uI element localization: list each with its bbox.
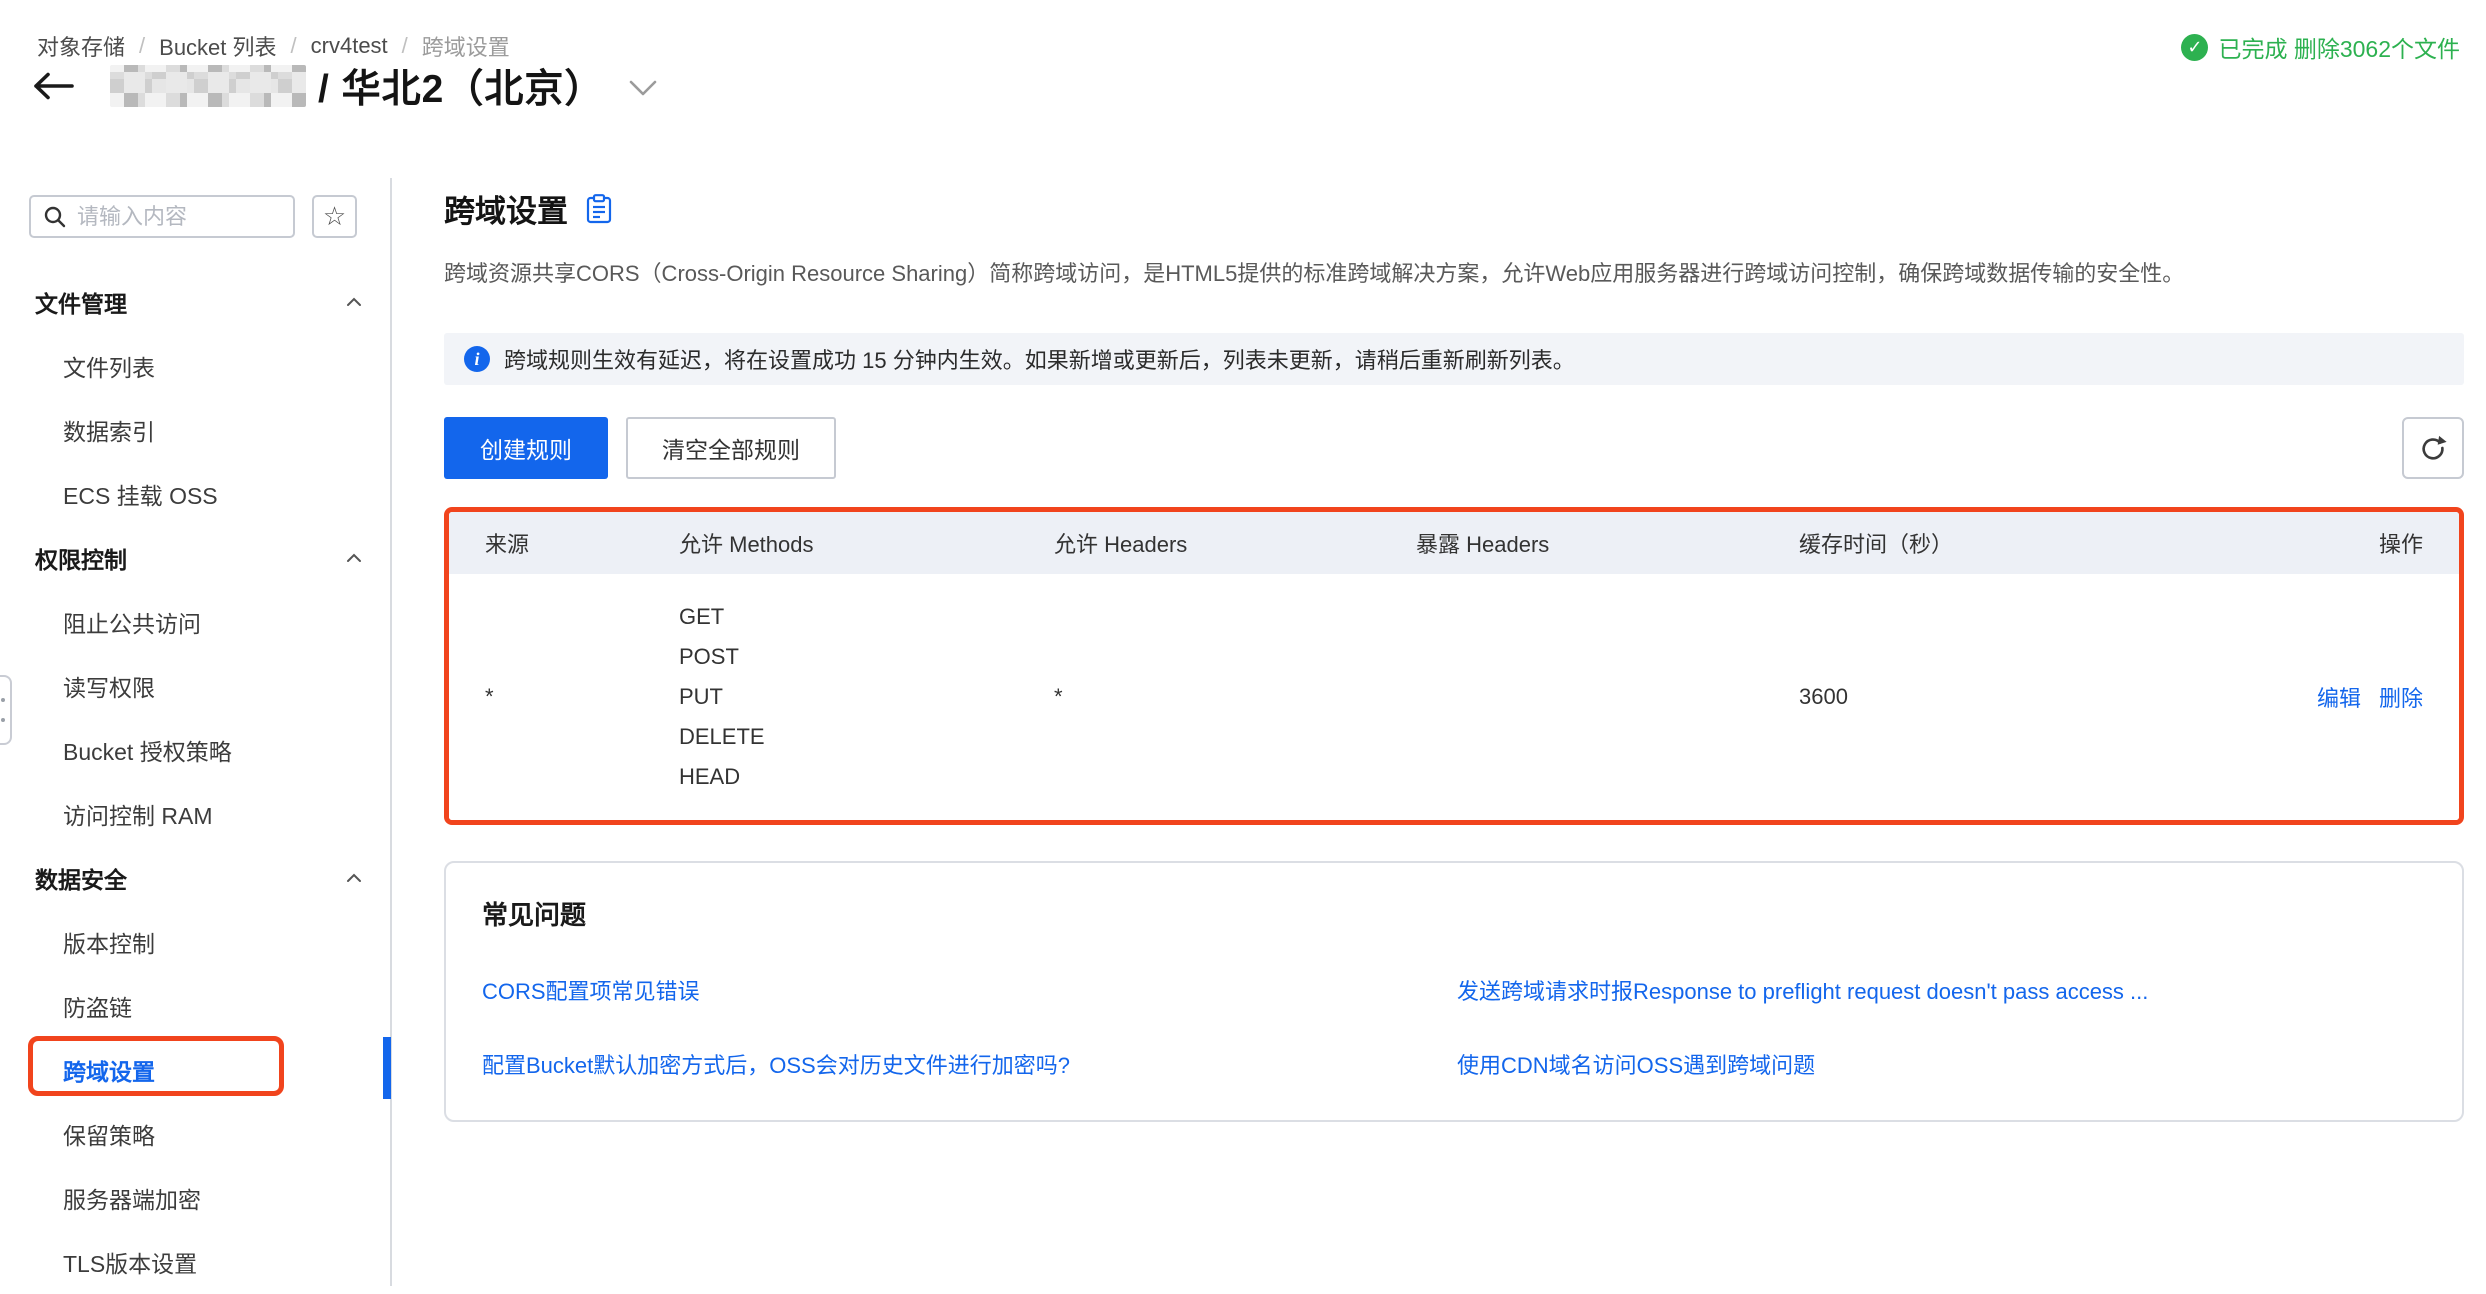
table-header-row: 来源 允许 Methods 允许 Headers 暴露 Headers 缓存时间… [449, 512, 2459, 574]
cell-cache-seconds: 3600 [1799, 684, 2189, 710]
sidebar-item-retention-policy[interactable]: 保留策略 [0, 1102, 390, 1166]
sidebar-item-bucket-policy[interactable]: Bucket 授权策略 [0, 718, 390, 782]
faq-link-cdn-cors[interactable]: 使用CDN域名访问OSS遇到跨域问题 [1457, 1048, 2426, 1080]
info-icon: i [464, 346, 490, 372]
search-icon [43, 205, 67, 229]
main-content: 跨域设置 跨域资源共享CORS（Cross-Origin Resource Sh… [444, 186, 2464, 1122]
breadcrumb-item-bucket[interactable]: crv4test [311, 33, 388, 59]
chevron-up-icon [346, 297, 362, 307]
page-title: / 华北2（北京） [318, 58, 604, 114]
info-banner-text: 跨域规则生效有延迟，将在设置成功 15 分钟内生效。如果新增或更新后，列表未更新… [504, 343, 1575, 375]
favorites-button[interactable]: ☆ [312, 195, 357, 238]
back-button[interactable] [32, 64, 84, 108]
page-header: / 华北2（北京） [32, 60, 658, 112]
sidebar-collapse-handle[interactable] [0, 675, 12, 745]
cors-rules-table: 来源 允许 Methods 允许 Headers 暴露 Headers 缓存时间… [444, 507, 2464, 825]
sidebar-divider [390, 178, 392, 1286]
sidebar-item-tls-version[interactable]: TLS版本设置 [0, 1230, 390, 1294]
breadcrumb-item-bucket-list[interactable]: Bucket 列表 [159, 30, 276, 62]
star-icon: ☆ [323, 201, 346, 232]
search-box [29, 195, 295, 238]
sidebar-section-file-management[interactable]: 文件管理 [0, 270, 390, 334]
sidebar-item-server-side-encryption[interactable]: 服务器端加密 [0, 1166, 390, 1230]
task-status-label: 已完成 删除3062个文件 [2218, 30, 2460, 64]
sidebar-item-data-index[interactable]: 数据索引 [0, 398, 390, 462]
col-exposed-headers: 暴露 Headers [1416, 527, 1799, 559]
sidebar-item-block-public-access[interactable]: 阻止公共访问 [0, 590, 390, 654]
clear-all-rules-button[interactable]: 清空全部规则 [626, 417, 836, 479]
cell-allowed-headers: * [1054, 684, 1416, 710]
cell-methods: GET POST PUT DELETE HEAD [679, 597, 1054, 797]
breadcrumb-separator: / [291, 33, 297, 59]
faq-title: 常见问题 [482, 895, 2426, 932]
col-source: 来源 [485, 527, 679, 559]
col-allowed-headers: 允许 Headers [1054, 527, 1416, 559]
info-banner: i 跨域规则生效有延迟，将在设置成功 15 分钟内生效。如果新增或更新后，列表未… [444, 333, 2464, 385]
sidebar-item-cors-settings[interactable]: 跨域设置 [0, 1038, 390, 1102]
breadcrumb-separator: / [402, 33, 408, 59]
breadcrumb-item-oss[interactable]: 对象存储 [37, 30, 125, 62]
edit-link[interactable]: 编辑 [2317, 681, 2361, 713]
sidebar-item-ram-access-control[interactable]: 访问控制 RAM [0, 782, 390, 846]
back-arrow-icon [32, 70, 76, 102]
search-input[interactable] [77, 204, 267, 230]
faq-link-cors-errors[interactable]: CORS配置项常见错误 [482, 974, 1457, 1006]
sidebar-item-versioning[interactable]: 版本控制 [0, 910, 390, 974]
bucket-name-redacted [110, 65, 306, 107]
sidebar-item-ecs-mount[interactable]: ECS 挂载 OSS [0, 462, 390, 526]
sidebar-section-permission[interactable]: 权限控制 [0, 526, 390, 590]
task-status[interactable]: ✓ 已完成 删除3062个文件 [2181, 30, 2460, 64]
breadcrumb-separator: / [139, 33, 145, 59]
faq-link-preflight[interactable]: 发送跨域请求时报Response to preflight request do… [1457, 974, 2426, 1006]
cell-actions: 编辑 删除 [2189, 681, 2423, 713]
active-item-indicator [383, 1037, 391, 1099]
sidebar-section-data-security[interactable]: 数据安全 [0, 846, 390, 910]
refresh-icon [2418, 433, 2448, 463]
col-cache-seconds: 缓存时间（秒） [1799, 527, 2189, 559]
table-row: * GET POST PUT DELETE HEAD * 3600 编辑 删除 [449, 574, 2459, 820]
chevron-up-icon [346, 873, 362, 883]
faq-card: 常见问题 CORS配置项常见错误 发送跨域请求时报Response to pre… [444, 861, 2464, 1122]
refresh-button[interactable] [2402, 417, 2464, 479]
col-allowed-methods: 允许 Methods [679, 527, 1054, 559]
col-actions: 操作 [2189, 527, 2423, 559]
chevron-down-icon[interactable] [628, 79, 658, 102]
cell-source: * [485, 684, 679, 710]
sidebar-item-read-write-permission[interactable]: 读写权限 [0, 654, 390, 718]
chevron-up-icon [346, 553, 362, 563]
doc-clipboard-icon[interactable] [586, 194, 612, 224]
sidebar-item-hotlink-protection[interactable]: 防盗链 [0, 974, 390, 1038]
section-title: 跨域设置 [444, 186, 568, 231]
create-rule-button[interactable]: 创建规则 [444, 417, 608, 479]
sidebar-menu: 文件管理 文件列表 数据索引 ECS 挂载 OSS 权限控制 阻止公共访问 读写… [0, 270, 390, 1294]
toolbar: 创建规则 清空全部规则 [444, 417, 2464, 479]
success-check-icon: ✓ [2181, 34, 2208, 61]
sidebar-search-row: ☆ [29, 195, 357, 238]
delete-link[interactable]: 删除 [2379, 681, 2423, 713]
section-description: 跨域资源共享CORS（Cross-Origin Resource Sharing… [444, 259, 2464, 289]
faq-link-bucket-encryption[interactable]: 配置Bucket默认加密方式后，OSS会对历史文件进行加密吗? [482, 1048, 1457, 1080]
sidebar-item-file-list[interactable]: 文件列表 [0, 334, 390, 398]
